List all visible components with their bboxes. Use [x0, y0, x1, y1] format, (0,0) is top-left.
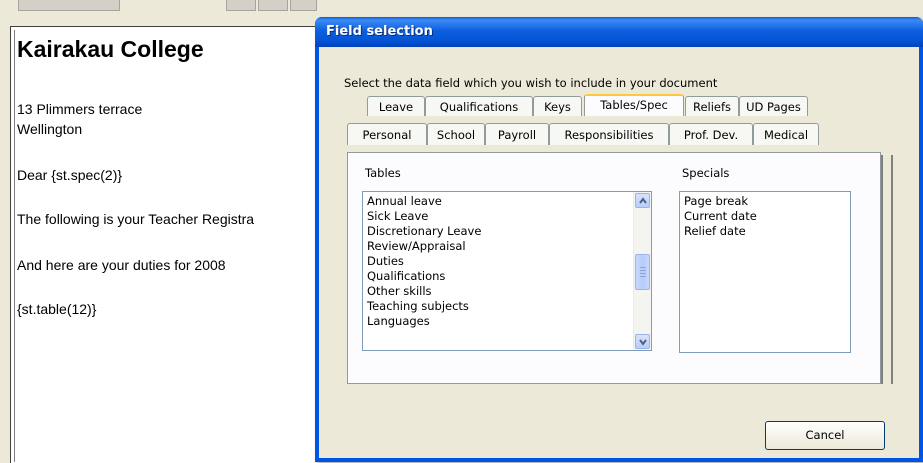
field-selection-dialog: Field selection Select the data field wh…: [315, 17, 923, 462]
tab-responsibilities[interactable]: Responsibilities: [549, 123, 669, 145]
tab-keys[interactable]: Keys: [533, 96, 582, 116]
document-line: And here are your duties for 2008: [17, 257, 226, 273]
list-item[interactable]: Relief date: [680, 224, 850, 239]
toolbar-button[interactable]: [18, 0, 120, 11]
tab-qualifications[interactable]: Qualifications: [425, 96, 533, 116]
tab-payroll[interactable]: Payroll: [485, 123, 549, 145]
dialog-titlebar[interactable]: Field selection: [315, 17, 923, 47]
specials-listbox[interactable]: Page break Current date Relief date: [679, 191, 851, 353]
list-item[interactable]: Sick Leave: [363, 209, 651, 224]
cancel-button[interactable]: Cancel: [765, 421, 885, 450]
chevron-down-icon: [639, 339, 647, 346]
panel-edge: [881, 155, 883, 384]
document-line: 13 Plimmers terrace: [17, 101, 143, 117]
list-item[interactable]: Languages: [363, 314, 651, 329]
toolbar-button[interactable]: [290, 0, 317, 11]
dialog-client-area: Select the data field which you wish to …: [319, 47, 919, 458]
chevron-up-icon: [639, 197, 647, 204]
list-item[interactable]: Duties: [363, 254, 651, 269]
document-line: The following is your Teacher Registra: [17, 211, 255, 227]
tab-tables-spec[interactable]: Tables/Spec: [584, 94, 684, 116]
tab-reliefs[interactable]: Reliefs: [685, 96, 739, 116]
toolbar-button[interactable]: [258, 0, 288, 11]
list-item[interactable]: Annual leave: [363, 194, 651, 209]
tables-label: Tables: [365, 166, 401, 180]
scroll-thumb[interactable]: [635, 254, 650, 290]
tab-leave[interactable]: Leave: [367, 96, 425, 116]
list-item[interactable]: Teaching subjects: [363, 299, 651, 314]
scroll-up-button[interactable]: [635, 193, 650, 208]
list-item[interactable]: Other skills: [363, 284, 651, 299]
tables-scrollbar[interactable]: [633, 192, 651, 350]
specials-label: Specials: [682, 166, 730, 180]
list-item[interactable]: Discretionary Leave: [363, 224, 651, 239]
list-item[interactable]: Qualifications: [363, 269, 651, 284]
tab-personal[interactable]: Personal: [347, 123, 427, 145]
scroll-down-button[interactable]: [635, 334, 650, 349]
toolbar-button[interactable]: [226, 0, 256, 11]
tab-ud-pages[interactable]: UD Pages: [739, 96, 808, 116]
list-item[interactable]: Review/Appraisal: [363, 239, 651, 254]
document-title: Kairakau College: [17, 36, 204, 62]
instruction-text: Select the data field which you wish to …: [344, 76, 718, 90]
tab-medical[interactable]: Medical: [753, 123, 819, 145]
document-line: Wellington: [17, 121, 83, 137]
panel-edge: [891, 155, 893, 384]
list-item[interactable]: Page break: [680, 194, 850, 209]
tables-listbox[interactable]: Annual leave Sick Leave Discretionary Le…: [362, 191, 652, 351]
document-line: {st.table(12)}: [17, 301, 97, 317]
tab-school[interactable]: School: [427, 123, 485, 145]
toolbar-strip: [0, 0, 923, 14]
list-item[interactable]: Current date: [680, 209, 850, 224]
document-line: Dear {st.spec(2)}: [17, 167, 123, 183]
tab-panel: Tables Annual leave Sick Leave Discretio…: [347, 152, 881, 384]
dialog-title: Field selection: [326, 24, 433, 39]
tab-prof-dev[interactable]: Prof. Dev.: [669, 123, 753, 145]
